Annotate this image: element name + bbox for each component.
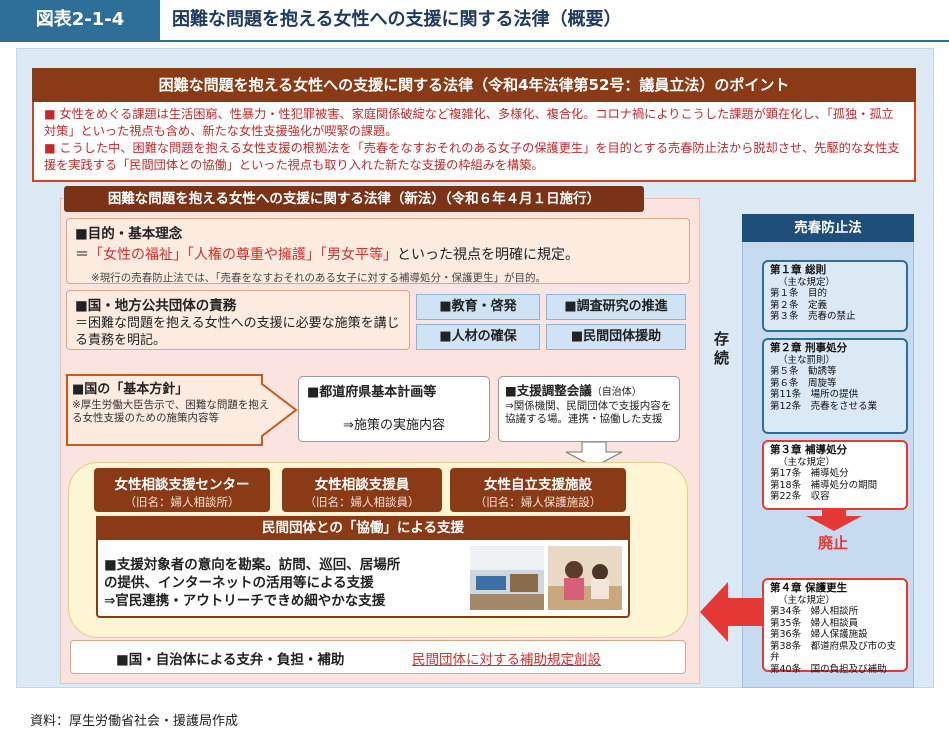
council-subheading: （自治体） [591,387,642,398]
collaboration-line-3: ⇒官民連携・アウトリーチできめ細やかな支援 [104,593,386,609]
tag-education: ■教育・啓発 [416,294,540,320]
purpose-box: ■目的・基本理念 ＝「女性の福祉」「人権の尊重や擁護」「男女平等」といった視点を… [66,218,690,284]
facility-name: 女性相談支援センター [114,477,250,493]
chapter-item: 第５条 勧誘等 [770,366,837,377]
facility-name: 女性自立支援施設 [484,477,592,493]
chapter-item: 第40条 国の負担及び補助 [770,663,887,675]
chapter-3-box: 第３章 補導処分 （主な規定） 第17条 補導処分 第18条 補導処分の期間 第… [762,440,908,510]
basic-policy-note: ※厚生労働大臣告示で、困難な問題を抱える女性支援のための施策内容等 [72,399,270,424]
responsibility-heading: ■国・地方公共団体の責務 [75,298,237,314]
intro-box: ■ 女性をめぐる課題は生活困窮、性暴力・性犯罪被害、家庭関係破綻など複雑化、多様… [32,102,916,182]
chapter-item: 第２条 定義 [770,299,828,311]
basic-policy: ■国の「基本方針」 ※厚生労働大臣告示で、困難な問題を抱える女性支援のための施策… [72,378,272,425]
council-body: ⇒関係機関、民間団体で支援内容を協議する場。連携・協働した支援 [505,400,672,425]
purpose-note: ※現行の売春防止法では、「売春をなすおそれのある女子に対する補導処分・保護更生」… [91,272,547,284]
prefecture-plan-body: ⇒施策の実施内容 [343,418,445,433]
prefecture-plan-heading: ■都道府県基本計画等 [307,385,437,400]
chapter-item: 第３条 売春の禁止 [770,311,856,322]
collaboration-line-2: の提供、インターネットの活用等による支援 [104,575,374,591]
chapter-item: 第12条 売春をさせる業 [770,400,878,412]
purpose-line: ＝「女性の福祉」「人権の尊重や擁護」「男女平等」といった視点を明確に規定。 [75,244,681,264]
chapter-item: 第11条 場所の提供 [770,389,859,400]
chapter-item: 第34条 婦人相談所 [770,606,859,617]
intro-paragraph-2: ■ こうした中、困難な問題を抱える女性支援の根拠法を「売春をなすおそれのある女子… [44,141,900,172]
responsibility-body: ＝困難な問題を抱える女性への支援に必要な施策を講じる責務を明記。 [75,316,400,348]
tag-private-aid: ■民間団体援助 [546,324,686,350]
chapter-title: 第１章 総則 [770,264,827,276]
chapter-subtitle: （主な規定） [778,456,836,468]
chapter-item: 第１条 目的 [770,288,828,299]
coordination-council-box: ■支援調整会議（自治体） ⇒関係機関、民間団体で支援内容を協議する場。連携・協働… [498,376,680,442]
facility-name: 女性相談支援員 [314,477,410,493]
figure-title: 困難な問題を抱える女性への支援に関する法律（概要） [172,9,622,30]
tag-research: ■調査研究の推進 [546,294,686,320]
finance-left-text: ■国・自治体による支弁・負担・補助 [116,652,345,668]
intro-paragraph-1: ■ 女性をめぐる課題は生活困窮、性暴力・性犯罪被害、家庭関係破綻など複雑化、多様… [44,107,894,138]
keyword-welfare: 「女性の福祉」 [89,247,187,263]
collaboration-line-1: ■支援対象者の意向を勘案。訪問、巡回、居場所 [104,557,401,573]
collaboration-body: ■支援対象者の意向を勘案。訪問、巡回、居場所 の提供、インターネットの活用等によ… [104,556,464,610]
new-law-title: 困難な問題を抱える女性への支援に関する法律（新法）（令和６年４月１日施行） [64,186,644,212]
purpose-prefix: ＝ [75,247,89,263]
abolish-label: 廃止 [817,534,848,552]
chapter-subtitle: （主な規定） [778,276,836,288]
chapter-title: 第３章 補導処分 [770,444,848,456]
finance-right-text: 民間団体に対する補助規定創設 [412,652,601,668]
facility-old-name: （旧名：婦人相談員） [304,495,420,509]
facility-old-name: （旧名：婦人相談所） [124,495,240,509]
facility-counselor: 女性相談支援員 （旧名：婦人相談員） [282,468,442,512]
source-note: 資料：厚生労働省社会・援護局作成 [30,714,239,729]
tag-personnel: ■人材の確保 [416,324,540,350]
abolish-arrow-icon [806,508,862,531]
figure-number: 図表2-1-4 [0,0,160,40]
chapter-4-box: 第４章 保護更生 （主な規定） 第34条 婦人相談所 第35条 婦人相談員 第3… [762,578,908,675]
chapter-title: 第４章 保護更生 [770,582,848,594]
chapter-item: 第36条 婦人保護施設 [770,629,868,640]
chapter-2-box: 第２章 刑事処分 （主な罰則） 第５条 勧誘等 第６条 周旋等 第11条 場所の… [762,338,908,434]
chapter-item: 第38条 都道府県及び市の支弁 [770,640,897,664]
prostitution-act-title: 売春防止法 [742,214,914,242]
keyword-human-rights: 「人権の尊重や擁護」 [187,247,320,263]
continue-label: 存続 [714,330,730,367]
responsibility-box: ■国・地方公共団体の責務 ＝困難な問題を抱える女性への支援に必要な施策を講じる責… [66,290,410,350]
purpose-suffix: といった視点を明確に規定。 [397,247,579,263]
prefecture-plan-box: ■都道府県基本計画等 ⇒施策の実施内容 [298,376,490,442]
chapter-item: 第６条 周旋等 [770,377,837,389]
purpose-heading: ■目的・基本理念 [75,226,183,242]
facility-old-name: （旧名：婦人保護施設） [474,495,602,509]
keyword-equality: 「男女平等」 [320,247,397,263]
council-heading: ■支援調整会議 [505,383,592,398]
chapter-item: 第35条 婦人相談員 [770,617,859,629]
chapter-item: 第18条 補導処分の期間 [770,479,878,491]
chapter-item: 第22条 収容 [770,491,830,502]
chapter-title: 第２章 刑事処分 [770,342,848,354]
left-arrow-icon [700,582,762,642]
chapter-subtitle: （主な規定） [778,594,836,606]
chapter-1-box: 第１章 総則 （主な規定） 第１条 目的 第２条 定義 第３条 売春の禁止 [762,260,908,332]
people-photo-image [548,546,622,610]
facility-consultation-center: 女性相談支援センター （旧名：婦人相談所） [94,468,270,512]
chapter-subtitle: （主な罰則） [778,354,836,366]
basic-policy-heading: ■国の「基本方針」 [72,382,189,397]
facility-independence-facility: 女性自立支援施設 （旧名：婦人保護施設） [450,468,626,512]
collaboration-title: 民間団体との「協働」による支援 [96,516,630,540]
room-photo-image [470,546,544,610]
chapter-item: 第17条 補導処分 [770,468,849,479]
points-banner: 困難な問題を抱える女性への支援に関する法律（令和4年法律第52号：議員立法）のポ… [32,68,916,102]
